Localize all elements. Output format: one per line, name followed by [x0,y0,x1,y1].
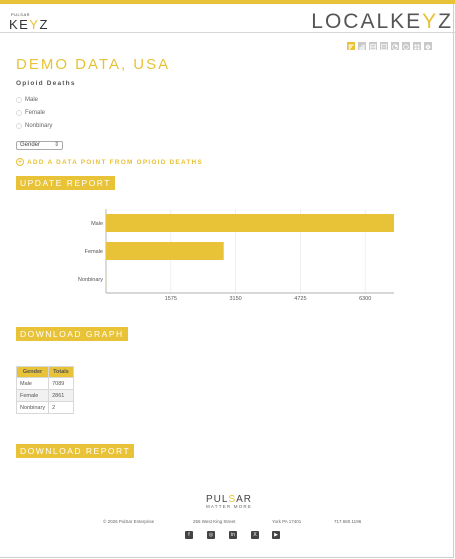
bar-chart: 1575 3150 4725 6300 Male Female Nonbinary [78,209,394,302]
pie-chart-icon[interactable] [391,42,399,50]
table-cell: Male [15,377,50,390]
option-label: Female [25,110,46,116]
x-tick-label: 4725 [294,296,306,302]
grid-icon[interactable] [413,42,421,50]
category-label: Nonbinary [78,277,103,283]
page-title: DEMO DATA, USA [16,56,171,73]
dataset-subtitle: Opioid Deaths [16,80,76,87]
option-label: Male [25,97,39,103]
footer-copyright: © 2026 PulSar Enterprise [103,519,155,524]
list-icon[interactable] [380,42,388,50]
footer-city: York PA 17401 [272,519,302,524]
footer-street: 255 West King Street [193,519,236,524]
download-report-button[interactable]: DOWNLOAD REPORT [16,444,135,458]
table-row: Female 2861 [15,389,74,402]
x-tick-label: 1575 [165,296,177,302]
bar [106,214,394,232]
table-row: Male 7089 [15,377,74,390]
youtube-icon[interactable]: ▶ [272,531,280,539]
header: PULSAR KEYZ LOCALKEYZ [0,4,455,33]
table-header: Totals [48,366,74,378]
table-cell: 7089 [48,377,74,390]
instagram-icon[interactable]: ◎ [207,531,215,539]
view-toolbar [347,42,432,50]
logo-big-y: Y [422,10,439,33]
category-label: Female [85,249,103,255]
table-cell: 2861 [48,389,74,402]
table-cell: Nonbinary [15,401,50,414]
option-female[interactable]: Female [16,110,45,116]
radio-icon[interactable] [16,123,22,129]
logo-word-part: Z [39,17,49,32]
logo-word-y: Y [29,17,40,32]
totals-table: Gender Totals Male 7089 Female 2861 Nonbin… [15,366,74,414]
table-cell: Female [15,389,50,402]
localkeyz-logo[interactable]: LOCALKEYZ [311,10,453,34]
option-nonbinary[interactable]: Nonbinary [16,123,52,129]
x-tick-label: 3150 [229,296,241,302]
plus-circle-icon[interactable]: + [16,158,24,166]
footer-phone[interactable]: 717.650.1196 [334,519,361,524]
select-value: Gender [20,142,41,148]
download-graph-button[interactable]: DOWNLOAD GRAPH [16,327,128,341]
logo-word: KEYZ [9,17,49,32]
option-male[interactable]: Male [16,97,38,103]
bar-chart-icon[interactable] [347,42,355,50]
add-data-point-link[interactable]: + ADD A DATA POINT FROM OPIOID DEATHS [16,158,203,166]
logo-big-part: Z [438,10,453,33]
map-icon[interactable] [402,42,410,50]
footer-tagline: MATTER MORE [205,504,253,509]
column-chart-icon[interactable] [358,42,366,50]
option-label: Nonbinary [25,123,53,129]
select-caret-icon: ⇕ [53,142,59,148]
radio-icon[interactable] [16,110,22,116]
logo-word-part: KE [9,17,30,32]
table-header: Gender [15,366,50,378]
table-cell: 2 [48,401,74,414]
category-label: Male [91,221,103,227]
group-by-select[interactable]: Gender ⇕ [16,141,63,150]
bar [106,242,224,260]
x-tick-label: 6300 [359,296,371,302]
pulsar-footer-logo[interactable]: PULSAR MATTER MORE [197,494,261,509]
settings-icon[interactable] [424,42,432,50]
pulsar-keyz-logo[interactable]: PULSAR KEYZ [9,13,49,33]
table-icon[interactable] [369,42,377,50]
logo-big-part: LOCALKE [311,10,423,33]
add-data-point-label[interactable]: ADD A DATA POINT FROM OPIOID DEATHS [27,159,203,166]
table-row: Nonbinary 2 [15,401,74,414]
x-twitter-icon[interactable]: X [251,531,259,539]
linkedin-icon[interactable]: in [229,531,237,539]
facebook-icon[interactable]: f [185,531,193,539]
update-report-button[interactable]: UPDATE REPORT [16,176,115,190]
radio-icon[interactable] [16,97,22,103]
